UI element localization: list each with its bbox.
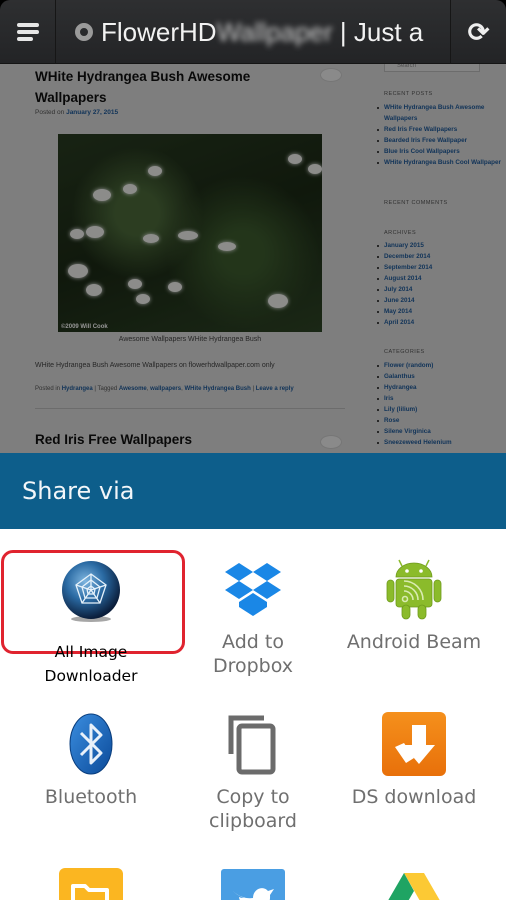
- date-link[interactable]: January 27, 2015: [66, 109, 118, 116]
- share-target-copy-to-clipboard[interactable]: Copy to clipboard: [169, 684, 337, 839]
- dropbox-icon: [225, 563, 281, 616]
- share-target-android-beam[interactable]: Android Beam: [330, 529, 498, 679]
- divider: [35, 408, 345, 409]
- share-target-label: Bluetooth: [44, 786, 138, 808]
- share-target-label: DS download: [351, 786, 477, 808]
- category-link[interactable]: Silene Virginica: [377, 426, 502, 437]
- search-input[interactable]: Search: [384, 64, 480, 72]
- archives-list: January 2015 December 2014 September 201…: [377, 240, 502, 328]
- category-link[interactable]: Sneezeweed Helenium: [377, 437, 502, 448]
- archive-link[interactable]: September 2014: [377, 262, 502, 273]
- tag-link[interactable]: wallpapers: [150, 386, 181, 392]
- archive-link[interactable]: April 2014: [377, 317, 502, 328]
- reload-button[interactable]: ⟳: [450, 0, 506, 64]
- archive-link[interactable]: May 2014: [377, 306, 502, 317]
- categories-list: Flower (random) Galanthus Hydrangea Iris…: [377, 360, 502, 448]
- share-target-ds-download[interactable]: DS download: [330, 684, 498, 839]
- share-target-file-manager[interactable]: [7, 839, 175, 900]
- globe-icon: [75, 23, 93, 41]
- menu-button[interactable]: [0, 0, 56, 64]
- comment-bubble-icon[interactable]: [320, 68, 342, 82]
- url-bar[interactable]: FlowerHDWallpaper | Just a: [57, 0, 449, 64]
- comment-bubble-icon[interactable]: [320, 435, 342, 449]
- share-target-all-image-downloader[interactable]: All Image Downloader: [7, 529, 175, 685]
- image-caption: Awesome Wallpapers WHite Hydrangea Bush: [118, 336, 262, 343]
- category-link[interactable]: Iris: [377, 393, 502, 404]
- reload-icon: ⟳: [467, 16, 490, 47]
- share-target-label: Copy to clipboard: [209, 786, 297, 832]
- post-date: Posted on January 27, 2015: [35, 109, 119, 116]
- categories-heading: CATEGORIES: [384, 349, 425, 355]
- tag-link[interactable]: Awesome: [119, 386, 147, 392]
- webpage: WHite Hydrangea Bush Awesome Wallpapers …: [0, 64, 506, 454]
- recent-comments-heading: RECENT COMMENTS: [384, 200, 448, 206]
- share-sheet-header: Share via: [0, 453, 506, 529]
- share-target-label: Android Beam: [346, 631, 482, 653]
- archive-link[interactable]: December 2014: [377, 251, 502, 262]
- archive-link[interactable]: July 2014: [377, 284, 502, 295]
- category-link[interactable]: Flower (random): [377, 360, 502, 371]
- recent-post-link[interactable]: Bearded Iris Free Wallpaper: [377, 135, 502, 146]
- recent-post-link[interactable]: Red Iris Free Wallpapers: [377, 124, 502, 135]
- share-sheet-title: Share via: [22, 477, 135, 505]
- share-target-label: Add to Dropbox: [212, 631, 294, 677]
- share-target-add-to-dropbox[interactable]: Add to Dropbox: [169, 529, 337, 679]
- share-target-label: All Image Downloader: [44, 643, 138, 685]
- share-target-bluetooth[interactable]: Bluetooth: [7, 684, 175, 839]
- recent-post-link[interactable]: Blue Iris Cool Wallpapers: [377, 146, 502, 157]
- page-title: FlowerHDWallpaper | Just a: [101, 16, 424, 47]
- tag-link[interactable]: WHite Hydrangea Bush: [184, 386, 250, 392]
- copy-icon: [228, 715, 276, 775]
- post-title[interactable]: WHite Hydrangea Bush Awesome Wallpapers: [35, 66, 295, 108]
- bluetooth-icon: [69, 713, 113, 775]
- archives-heading: ARCHIVES: [384, 230, 417, 236]
- ds-download-icon: [382, 712, 446, 776]
- browser-toolbar: FlowerHDWallpaper | Just a ⟳: [0, 0, 506, 64]
- google-drive-icon: [388, 873, 440, 900]
- post-excerpt: WHite Hydrangea Bush Awesome Wallpapers …: [35, 362, 275, 369]
- share-sheet: All Image Downloader Add to Dropbox Andr…: [0, 529, 506, 900]
- archive-link[interactable]: June 2014: [377, 295, 502, 306]
- archive-link[interactable]: January 2015: [377, 240, 502, 251]
- archive-link[interactable]: August 2014: [377, 273, 502, 284]
- post-image[interactable]: ©2009 Will Cook: [58, 134, 322, 332]
- file-manager-icon: [59, 868, 123, 900]
- share-target-google-drive[interactable]: [330, 839, 498, 900]
- image-credit: ©2009 Will Cook: [61, 324, 108, 330]
- twitter-icon: [221, 869, 285, 900]
- post-title[interactable]: Red Iris Free Wallpapers: [35, 432, 192, 447]
- share-target-twitter[interactable]: [169, 839, 337, 900]
- recent-post-link[interactable]: WHite Hydrangea Bush Awesome Wallpapers: [377, 102, 502, 124]
- category-link[interactable]: Hydrangea: [377, 382, 502, 393]
- recent-post-link[interactable]: WHite Hydrangea Bush Cool Wallpaper: [377, 157, 502, 168]
- recent-posts-heading: RECENT POSTS: [384, 91, 433, 97]
- leave-reply-link[interactable]: Leave a reply: [256, 386, 294, 392]
- android-beam-icon: [386, 559, 442, 620]
- category-link[interactable]: Hydrangea: [62, 386, 93, 392]
- hamburger-menu-icon: [16, 20, 39, 44]
- category-link[interactable]: Galanthus: [377, 371, 502, 382]
- post-meta: Posted in Hydrangea | Tagged Awesome, wa…: [35, 386, 294, 392]
- category-link[interactable]: Lily (lilium): [377, 404, 502, 415]
- spider-web-globe-icon: [62, 561, 120, 622]
- category-link[interactable]: Rose: [377, 415, 502, 426]
- recent-posts-list: WHite Hydrangea Bush Awesome Wallpapers …: [377, 102, 502, 168]
